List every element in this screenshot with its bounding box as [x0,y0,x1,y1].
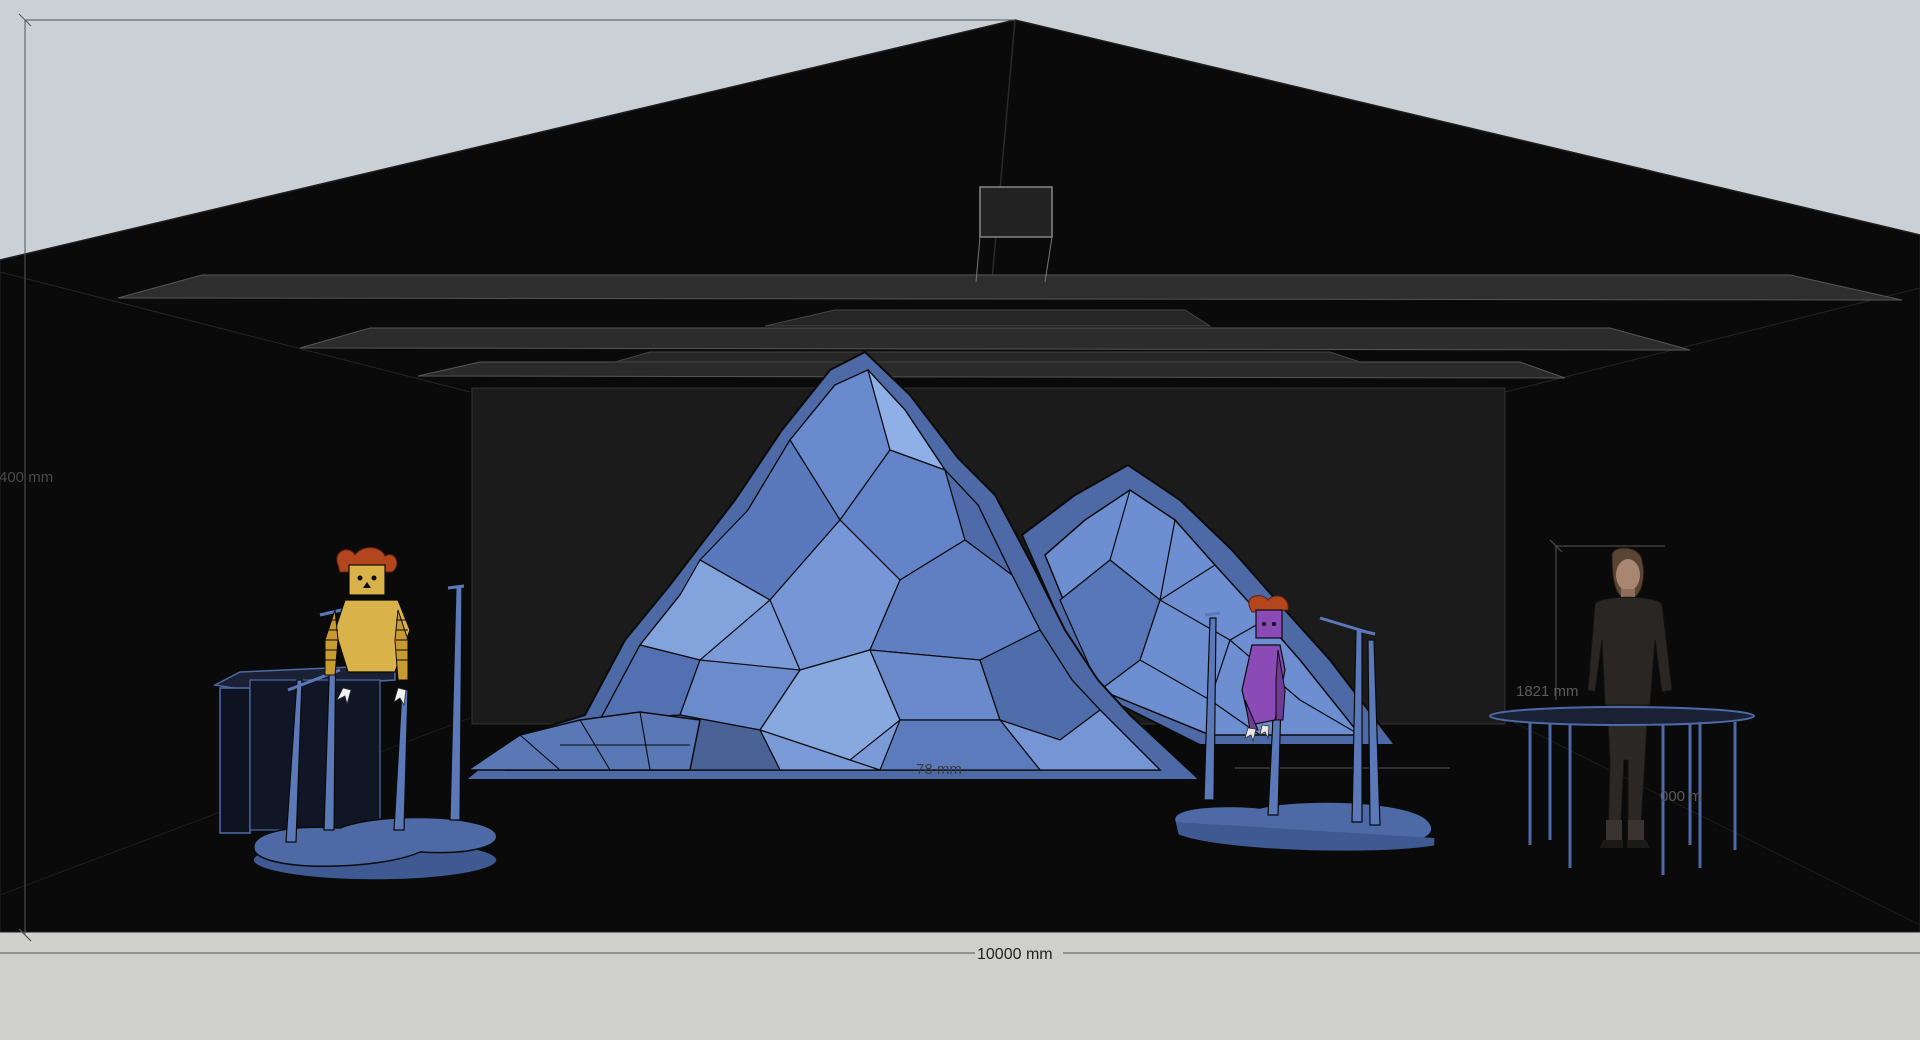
truss-bar [417,361,1566,379]
technical-box [979,186,1053,238]
ground-plane [0,932,1920,1040]
figure-height-label: 1821 mm [1516,683,1579,700]
truss-bar [614,351,1361,363]
stage-model-view: 78 mm 1821 mm 000 m 400 mm 10000 mm [0,0,1920,1040]
total-height-label: 400 mm [0,469,53,486]
total-width-label: 10000 mm [977,946,1053,963]
table-height-label: 000 m [1660,788,1702,805]
mountain-depth-label: 78 mm [916,761,962,778]
truss-bar [764,309,1212,327]
truss-bar [299,327,1691,351]
desk-left-body [249,679,381,831]
truss-bar [117,274,1903,301]
desk-left-front [219,687,251,834]
